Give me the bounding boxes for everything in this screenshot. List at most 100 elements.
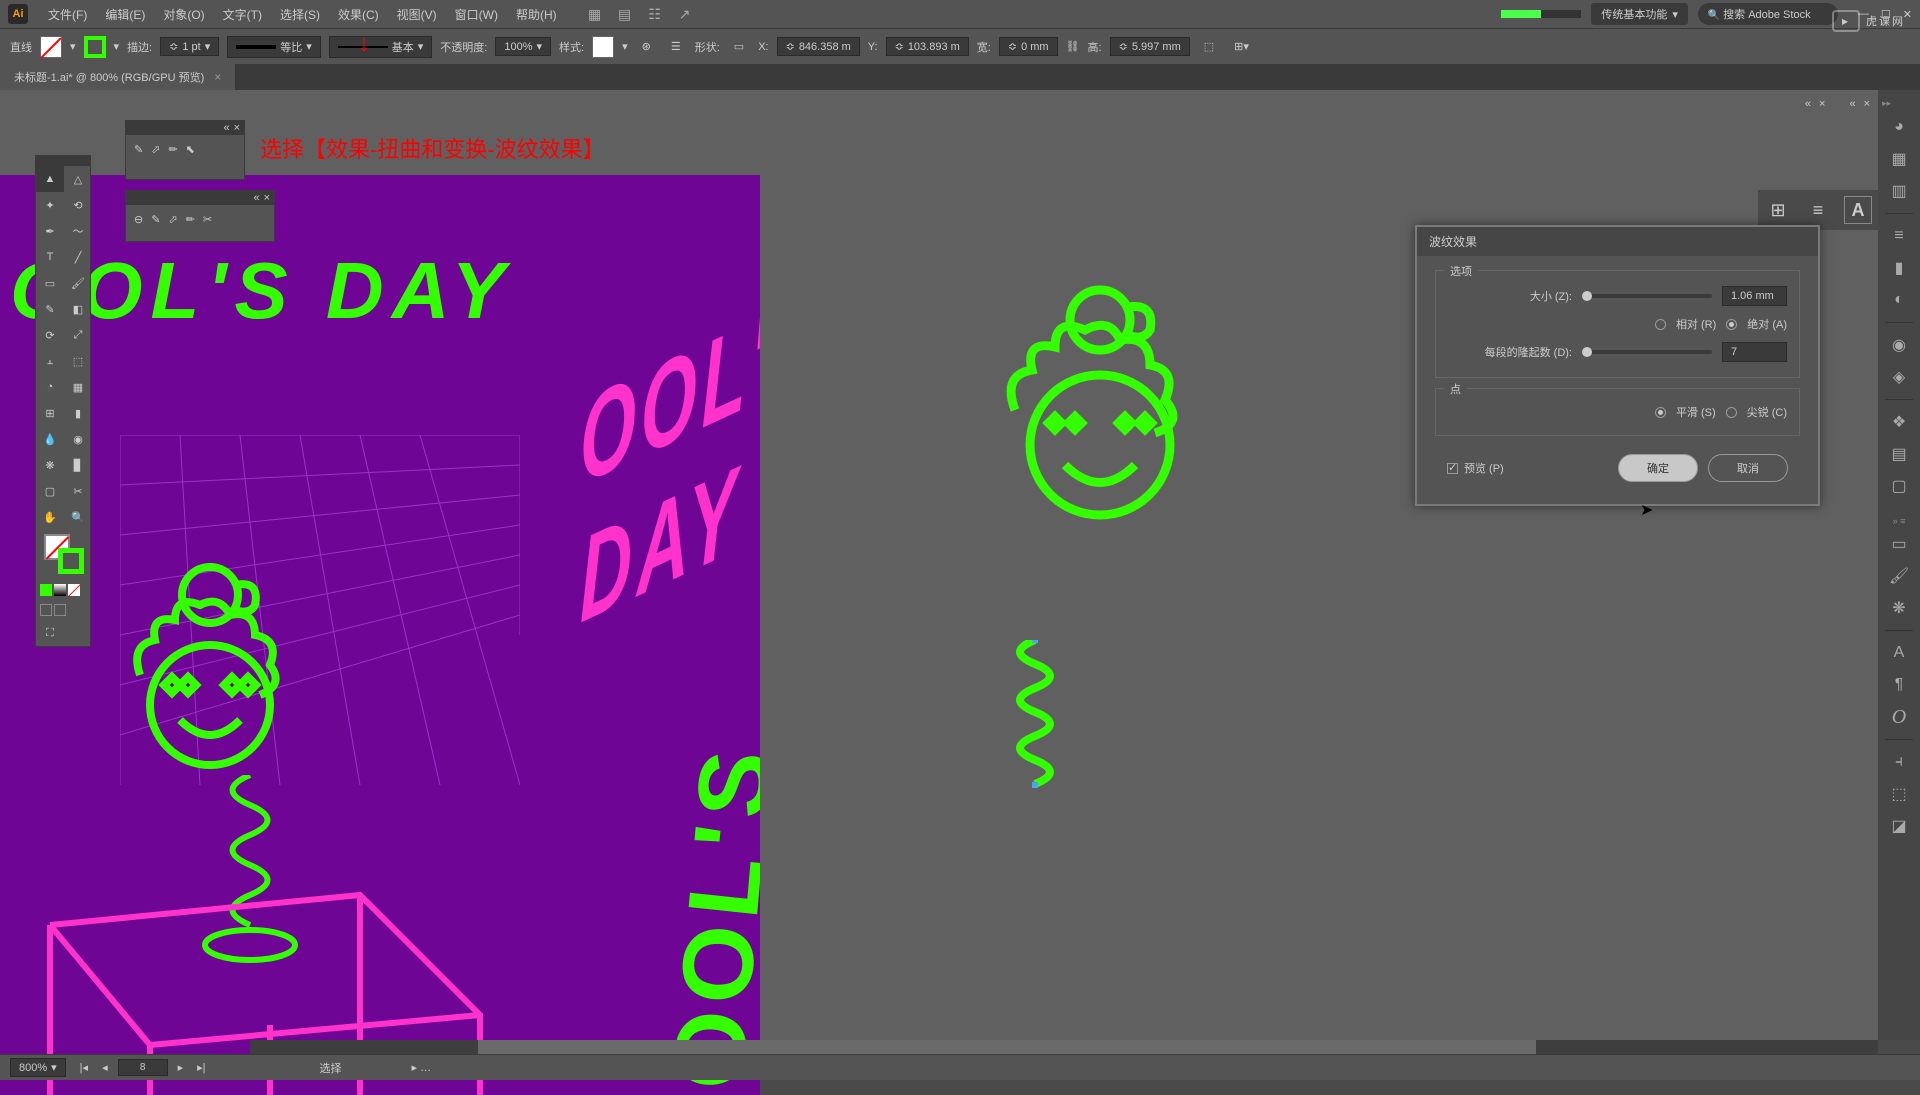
panel-icon[interactable]: ⬀	[151, 143, 160, 156]
horizontal-scrollbar[interactable]	[250, 1040, 1878, 1054]
libraries-icon[interactable]: ▭	[1884, 530, 1914, 558]
fill-stroke[interactable]	[36, 530, 90, 580]
stroke-profile[interactable]: 等比▾	[227, 36, 321, 58]
close-icon[interactable]: ×	[234, 122, 240, 134]
transform-icon[interactable]: ▭	[734, 40, 744, 53]
size-value[interactable]: 1.06 mm	[1722, 286, 1787, 306]
menu-object[interactable]: 对象(O)	[155, 2, 212, 27]
direct-select-tool[interactable]: △	[64, 166, 92, 192]
para-panel-icon[interactable]: ¶	[1884, 671, 1914, 699]
color-guide-icon[interactable]: ▥	[1884, 177, 1914, 205]
perspective-tool[interactable]: ▦	[64, 374, 92, 400]
panel-icon[interactable]: ⬀	[168, 213, 177, 226]
swatches-panel-icon[interactable]: ▦	[1884, 145, 1914, 173]
smooth-radio[interactable]	[1655, 407, 1666, 418]
slice-tool[interactable]: ✂	[64, 478, 92, 504]
panel-icon[interactable]: ✎	[151, 213, 160, 226]
color-panel-icon[interactable]: ◕	[1884, 113, 1914, 141]
panel-icon[interactable]: ✎	[134, 143, 143, 156]
eyedropper-tool[interactable]: 💧	[36, 426, 64, 452]
screen-mode[interactable]: ⛶	[36, 620, 64, 646]
blend-tool[interactable]: ◉	[64, 426, 92, 452]
zoom-tool[interactable]: 🔍	[64, 504, 92, 530]
transform-panel-icon[interactable]: ⬚	[1884, 780, 1914, 808]
panel-icon[interactable]: ✂	[203, 213, 212, 226]
color-mode[interactable]	[40, 584, 52, 596]
fill-swatch[interactable]	[40, 36, 62, 58]
workspace-switcher[interactable]: 传统基本功能 ▾	[1591, 3, 1688, 25]
zigzag-selected[interactable]	[1000, 640, 1070, 790]
size-slider[interactable]	[1582, 294, 1712, 298]
shape-builder[interactable]: ◔	[36, 374, 64, 400]
pen-tool[interactable]: ✒	[36, 218, 64, 244]
eraser-tool[interactable]: ◧	[64, 296, 92, 322]
ridges-value[interactable]: 7	[1722, 342, 1787, 362]
grid-icon[interactable]: ⊞	[1764, 196, 1792, 224]
menu-type[interactable]: 文字(T)	[215, 2, 270, 27]
selection-tool[interactable]: ▲	[36, 166, 64, 192]
panel-icon[interactable]: ✏	[168, 143, 177, 156]
lasso-tool[interactable]: ⟲	[64, 192, 92, 218]
layers-icon[interactable]: ❖	[1884, 408, 1914, 436]
menu-effect[interactable]: 效果(C)	[330, 2, 387, 27]
align-icon[interactable]: ☰	[671, 40, 681, 53]
dock-expand[interactable]: » ≡	[1893, 516, 1906, 526]
doc-tab-active[interactable]: 未标题-1.ai* @ 800% (RGB/GPU 预览) ×	[0, 64, 235, 90]
stroke-weight[interactable]: ≎1 pt▾	[160, 37, 219, 56]
layout-icon[interactable]: ☷	[647, 6, 663, 22]
toolbox-grip[interactable]	[36, 156, 90, 166]
artboards-icon[interactable]: ▢	[1884, 472, 1914, 500]
preview-checkbox[interactable]	[1447, 463, 1458, 474]
menu-file[interactable]: 文件(F)	[40, 2, 95, 27]
pathfinder-icon[interactable]: ◪	[1884, 812, 1914, 840]
asset-export-icon[interactable]: ▤	[1884, 440, 1914, 468]
ok-button[interactable]: 确定	[1618, 454, 1698, 482]
wand-tool[interactable]: ✦	[36, 192, 64, 218]
appearance-icon[interactable]: ◉	[1884, 331, 1914, 359]
close-tab-icon[interactable]: ×	[214, 70, 221, 84]
arrow-icon[interactable]: ↗	[677, 6, 693, 22]
artboard[interactable]: OOL'S DAY OOL'S DAY OOL'S DAY	[0, 175, 760, 1095]
char-icon[interactable]: A	[1844, 196, 1872, 224]
opacity-input[interactable]: 100%▾	[495, 37, 551, 56]
stroke-box[interactable]	[58, 548, 84, 574]
brush-tool[interactable]: 🖌	[64, 270, 92, 296]
w-input[interactable]: ≎0 mm	[999, 37, 1058, 56]
artboard-num[interactable]: 8	[118, 1059, 168, 1076]
search-input[interactable]: 🔍 搜索 Adobe Stock	[1698, 3, 1838, 25]
cloud-icon[interactable]: ▦	[587, 6, 603, 22]
width-tool[interactable]: ⫠	[36, 348, 64, 374]
collapse-icon[interactable]: «	[223, 122, 229, 134]
char-panel-icon[interactable]: A	[1884, 639, 1914, 667]
zoom-level[interactable]: 800%▾	[10, 1058, 66, 1077]
h-input[interactable]: ≎5.997 mm	[1110, 37, 1190, 56]
list-icon[interactable]: ≡	[1804, 196, 1832, 224]
dialog-title[interactable]: 波纹效果	[1417, 227, 1818, 256]
stroke-swatch[interactable]	[84, 36, 106, 58]
artboard-tool[interactable]: ▢	[36, 478, 64, 504]
symbol-spray[interactable]: ❋	[36, 452, 64, 478]
none-mode[interactable]	[68, 584, 80, 596]
prev-artboard[interactable]: ◂	[98, 1059, 112, 1076]
float-panel-2[interactable]: «× ⊖✎⬀✏✂	[125, 190, 275, 242]
hand-tool[interactable]: ✋	[36, 504, 64, 530]
arrange-icon[interactable]: ▤	[617, 6, 633, 22]
dock-collapse[interactable]: ▸▸	[1882, 98, 1891, 109]
menu-window[interactable]: 窗口(W)	[447, 2, 506, 27]
rect-tool[interactable]: ▭	[36, 270, 64, 296]
menu-help[interactable]: 帮助(H)	[508, 2, 565, 27]
ridges-slider[interactable]	[1582, 350, 1712, 354]
shaper-tool[interactable]: ✎	[36, 296, 64, 322]
isolate-icon[interactable]: ⬚	[1204, 40, 1214, 53]
draw-behind[interactable]	[54, 604, 66, 616]
first-artboard[interactable]: |◂	[76, 1059, 92, 1076]
relative-radio[interactable]	[1655, 319, 1666, 330]
graphic-styles-icon[interactable]: ◈	[1884, 363, 1914, 391]
draw-normal[interactable]	[40, 604, 52, 616]
rotate-tool[interactable]: ⟳	[36, 322, 64, 348]
last-artboard[interactable]: ▸|	[193, 1059, 209, 1076]
status-more[interactable]: ▸ …	[412, 1061, 432, 1074]
float-panel-1[interactable]: «× ✎⬀✏⬉	[125, 120, 245, 180]
scale-tool[interactable]: ⤢	[64, 322, 92, 348]
transparency-icon[interactable]: ◐	[1884, 286, 1914, 314]
